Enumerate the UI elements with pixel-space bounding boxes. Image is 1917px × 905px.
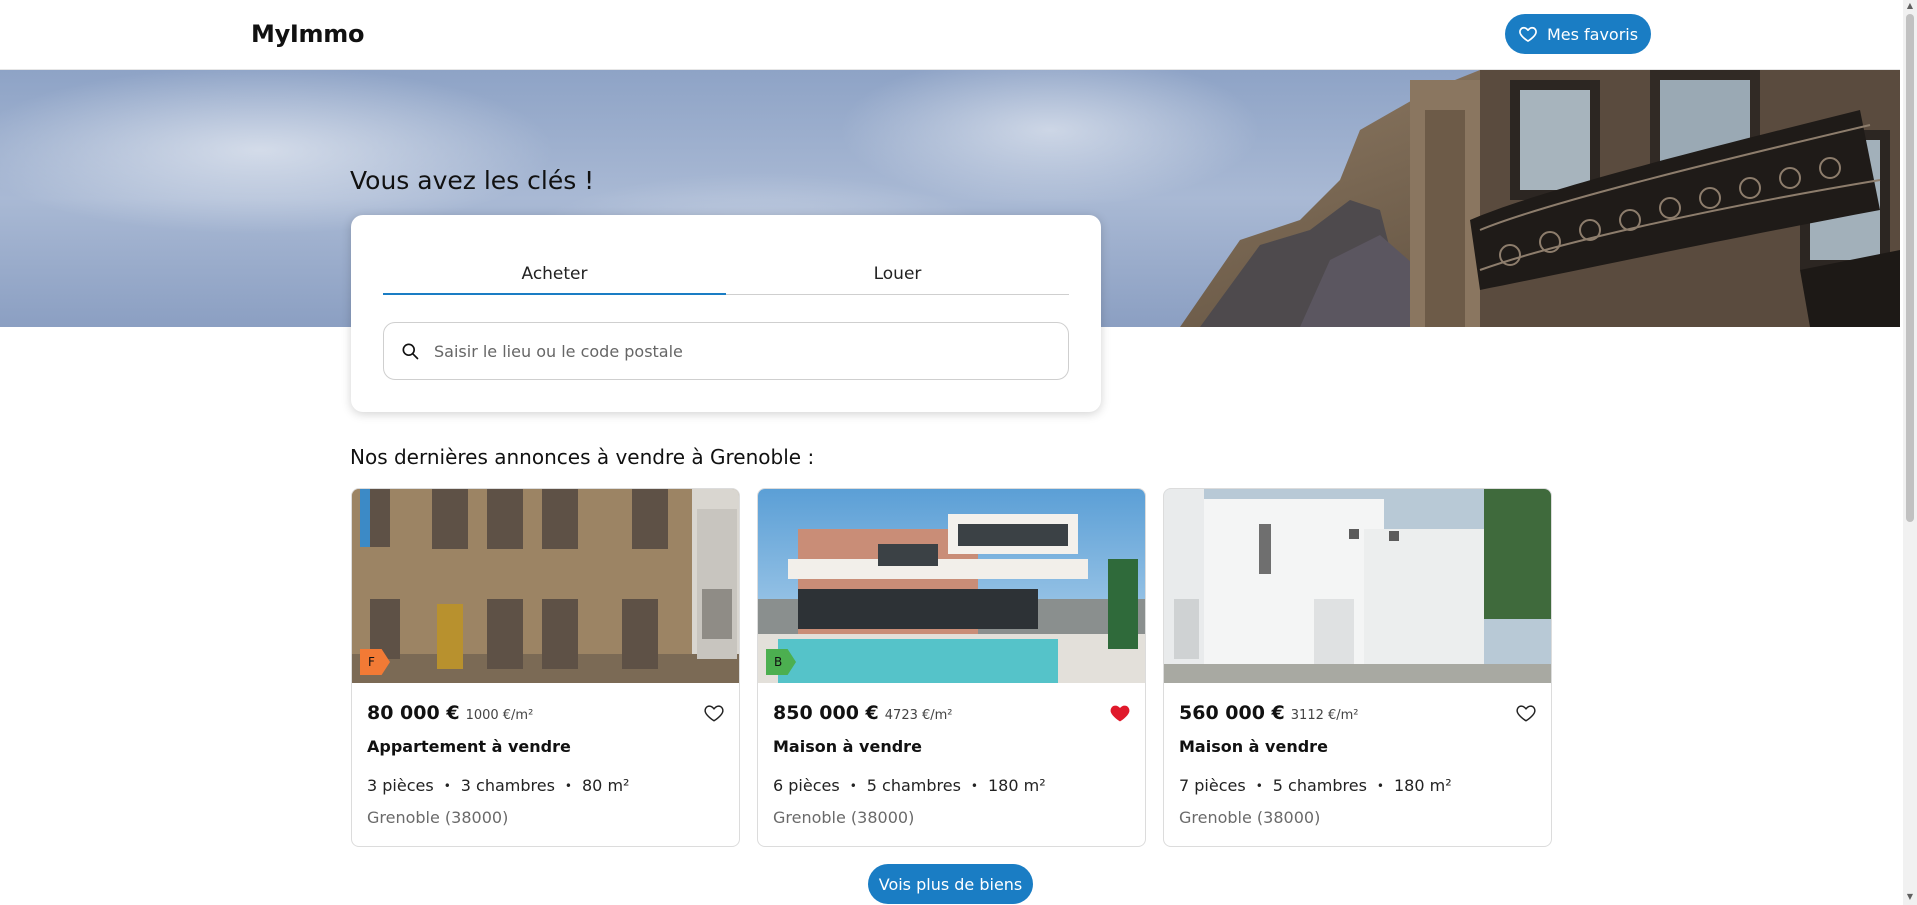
listing-surface: 80 m² bbox=[582, 776, 630, 795]
listing-photo: F bbox=[352, 489, 739, 683]
page-scrollbar[interactable]: ▲ ▼ bbox=[1903, 0, 1917, 905]
listing-photo bbox=[1164, 489, 1551, 683]
scroll-up-arrow-icon[interactable]: ▲ bbox=[1906, 2, 1914, 10]
hero-title: Vous avez les clés ! bbox=[350, 166, 595, 195]
listing-type: Appartement à vendre bbox=[367, 737, 571, 756]
tab-rent[interactable]: Louer bbox=[726, 255, 1069, 295]
listing-rooms: 6 pièces bbox=[773, 776, 840, 795]
white-modern-house-image bbox=[1164, 489, 1551, 683]
spec-separator: • bbox=[443, 778, 451, 793]
favorites-button-label: Mes favoris bbox=[1546, 24, 1639, 44]
listing-photo: B bbox=[758, 489, 1145, 683]
transaction-tabs: Acheter Louer bbox=[383, 255, 1069, 295]
modern-villa-image bbox=[758, 489, 1145, 683]
tab-buy-label: Acheter bbox=[521, 264, 588, 284]
spec-separator: • bbox=[970, 778, 978, 793]
listing-type: Maison à vendre bbox=[1179, 737, 1328, 756]
old-apartment-building-image bbox=[352, 489, 739, 683]
listing-card[interactable]: B 850 000 € 4723 €/m² Maison à vendre 6 … bbox=[757, 488, 1146, 847]
heart-outline-icon[interactable] bbox=[703, 702, 725, 724]
tab-buy[interactable]: Acheter bbox=[383, 255, 726, 295]
listing-bedrooms: 5 chambres bbox=[1272, 776, 1367, 795]
see-more-button[interactable]: Vois plus de biens bbox=[868, 864, 1033, 904]
price-per-m2: 4723 €/m² bbox=[884, 708, 953, 723]
listing-location: Grenoble (38000) bbox=[367, 808, 509, 827]
listing-price: 560 000 € bbox=[1179, 702, 1285, 724]
listing-type: Maison à vendre bbox=[773, 737, 922, 756]
listing-price: 850 000 € bbox=[773, 702, 879, 724]
spec-separator: • bbox=[849, 778, 857, 793]
scrollbar-thumb[interactable] bbox=[1906, 14, 1914, 522]
listing-price: 80 000 € bbox=[367, 702, 460, 724]
site-header: MyImmo Mes favoris bbox=[0, 0, 1900, 70]
price-row: 80 000 € 1000 €/m² bbox=[367, 702, 533, 724]
search-panel: Acheter Louer bbox=[351, 215, 1101, 412]
spec-separator: • bbox=[564, 778, 572, 793]
search-field[interactable] bbox=[383, 322, 1069, 380]
listing-specs: 7 pièces • 5 chambres • 180 m² bbox=[1179, 776, 1452, 795]
listing-surface: 180 m² bbox=[1394, 776, 1452, 795]
heart-outline-icon bbox=[1519, 26, 1537, 42]
listing-bedrooms: 3 chambres bbox=[460, 776, 555, 795]
listing-rooms: 7 pièces bbox=[1179, 776, 1246, 795]
building-facade-image bbox=[1180, 70, 1900, 327]
heart-filled-icon[interactable] bbox=[1109, 702, 1131, 724]
price-row: 560 000 € 3112 €/m² bbox=[1179, 702, 1359, 724]
listing-specs: 3 pièces • 3 chambres • 80 m² bbox=[367, 776, 629, 795]
listing-card[interactable]: 560 000 € 3112 €/m² Maison à vendre 7 pi… bbox=[1163, 488, 1552, 847]
scroll-down-arrow-icon[interactable]: ▼ bbox=[1906, 893, 1914, 901]
tab-rent-label: Louer bbox=[873, 264, 922, 284]
heart-outline-icon[interactable] bbox=[1515, 702, 1537, 724]
listing-surface: 180 m² bbox=[988, 776, 1046, 795]
listing-bedrooms: 5 chambres bbox=[866, 776, 961, 795]
spec-separator: • bbox=[1255, 778, 1263, 793]
favorites-button[interactable]: Mes favoris bbox=[1505, 14, 1651, 54]
listing-location: Grenoble (38000) bbox=[773, 808, 915, 827]
listings-title: Nos dernières annonces à vendre à Grenob… bbox=[350, 445, 815, 469]
price-row: 850 000 € 4723 €/m² bbox=[773, 702, 953, 724]
listing-location: Grenoble (38000) bbox=[1179, 808, 1321, 827]
spec-separator: • bbox=[1376, 778, 1384, 793]
price-per-m2: 1000 €/m² bbox=[465, 708, 534, 723]
brand-logo[interactable]: MyImmo bbox=[251, 20, 364, 48]
price-per-m2: 3112 €/m² bbox=[1290, 708, 1359, 723]
search-input[interactable] bbox=[434, 341, 1054, 361]
listing-card[interactable]: F 80 000 € 1000 €/m² Appartement à vendr… bbox=[351, 488, 740, 847]
search-icon bbox=[402, 343, 419, 360]
listing-rooms: 3 pièces bbox=[367, 776, 434, 795]
listing-specs: 6 pièces • 5 chambres • 180 m² bbox=[773, 776, 1046, 795]
